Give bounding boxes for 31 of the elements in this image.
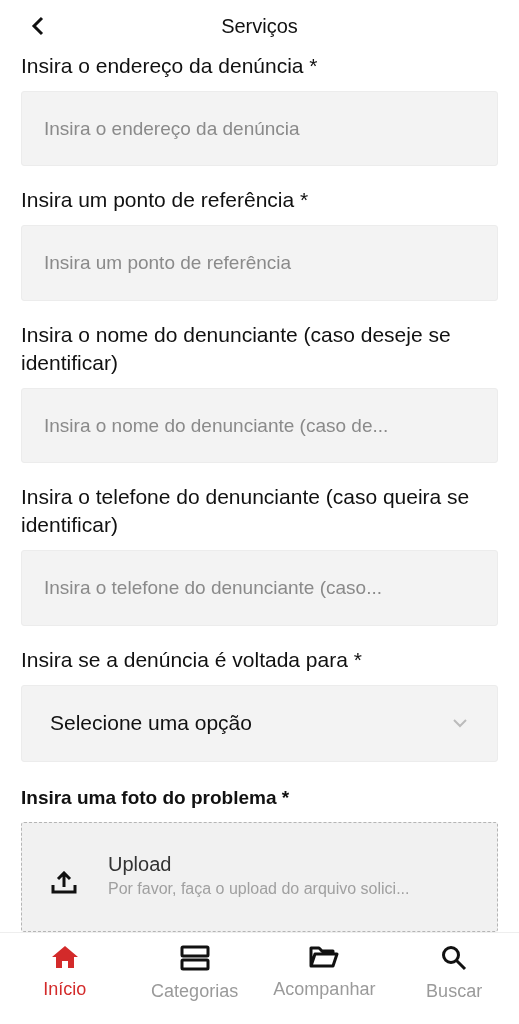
field-label: Insira um ponto de referência * xyxy=(21,187,310,214)
tab-label: Buscar xyxy=(426,981,483,1002)
field-label: Insira uma foto do problema * xyxy=(21,785,291,810)
field-label: Insira se a denúncia é voltada para * xyxy=(21,646,363,673)
nav-tab[interactable]: Início xyxy=(0,945,130,1024)
upload-title: Upload xyxy=(108,852,173,876)
upload-area[interactable]: Upload Por favor, faça o upload do arquivo solici... xyxy=(21,821,498,932)
back-icon[interactable] xyxy=(30,16,46,36)
field-label: Insira o endereço da denúncia * xyxy=(21,53,319,79)
tab-label: Acompanhar xyxy=(273,979,376,1000)
page-title: Serviços xyxy=(221,14,298,38)
input-field[interactable]: Insira o telefone do denunciante (caso... xyxy=(21,550,498,626)
upload-hint: Por favor, faça o upload do arquivo solici... xyxy=(108,879,410,898)
folder-icon xyxy=(309,945,340,969)
home-icon xyxy=(50,945,79,969)
field-label: Insira o telefone do denunciante (caso queira se identificar) xyxy=(21,484,471,539)
tab-label: Início xyxy=(43,979,87,1000)
rows-icon xyxy=(179,945,210,971)
tab-label: Categorias xyxy=(151,981,239,1002)
search-icon xyxy=(441,945,468,971)
nav-tab[interactable]: Categorias xyxy=(129,945,260,1024)
select-field[interactable]: Selecione uma opção xyxy=(21,684,498,762)
input-field[interactable]: Insira um ponto de referência xyxy=(21,225,498,301)
nav-tab[interactable]: Acompanhar xyxy=(259,945,390,1024)
upload-icon xyxy=(50,870,78,895)
select-value: Selecione uma opção xyxy=(50,711,252,736)
input-field[interactable]: Insira o endereço da denúncia xyxy=(21,91,498,167)
chevron-down-icon xyxy=(453,718,467,728)
nav-tab[interactable]: Buscar xyxy=(389,945,519,1024)
field-label: Insira o nome do denunciante (caso deseje se identificar) xyxy=(21,321,452,376)
input-field[interactable]: Insira o nome do denunciante (caso de... xyxy=(21,387,498,464)
